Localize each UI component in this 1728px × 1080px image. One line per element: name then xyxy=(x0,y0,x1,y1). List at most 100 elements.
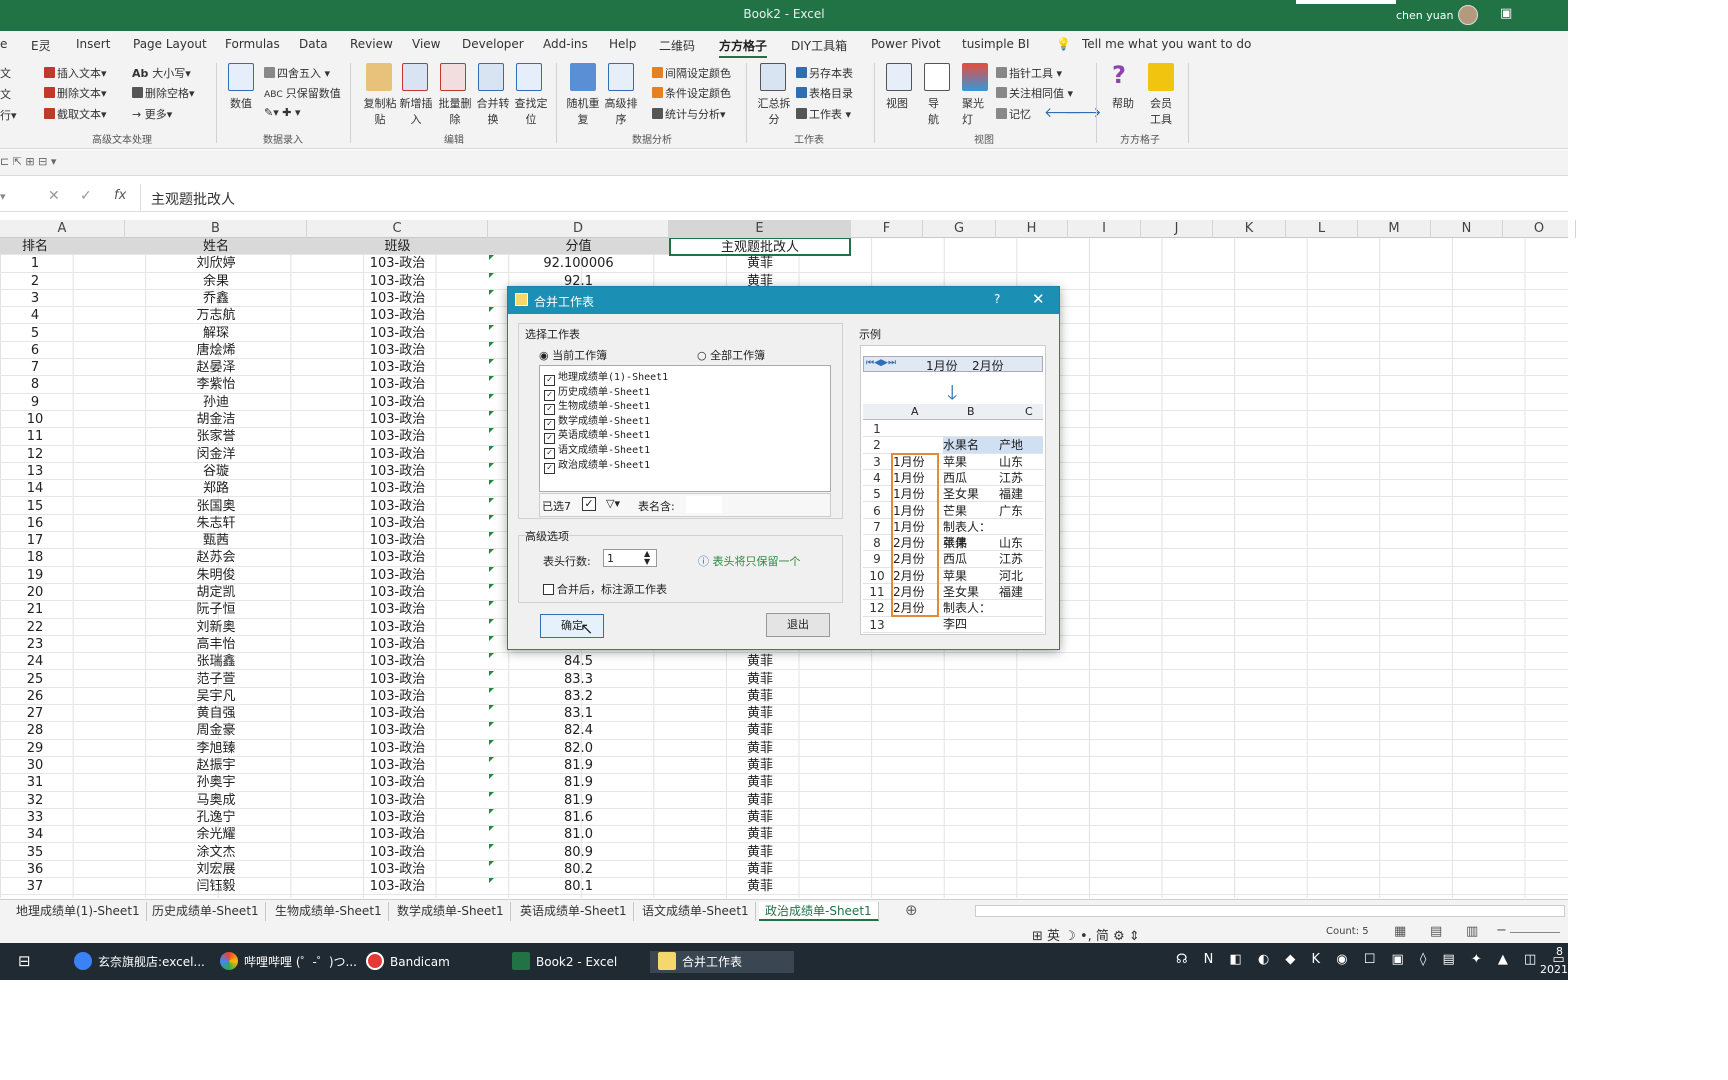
table-cell[interactable]: 103-政治 xyxy=(307,376,488,393)
insert-text-button[interactable]: 插入文本▾ xyxy=(44,65,107,81)
header-cell[interactable]: 姓名 xyxy=(125,238,307,255)
table-cell[interactable]: 阮子恒 xyxy=(125,601,307,618)
table-cell[interactable]: 黄菲 xyxy=(669,792,851,809)
sheet-tab-active[interactable]: 政治成绩单-Sheet1 xyxy=(759,902,879,921)
nav-button[interactable]: 导航 xyxy=(928,95,948,127)
table-cell[interactable]: 黄菲 xyxy=(669,653,851,670)
table-cell[interactable]: 黄菲 xyxy=(669,688,851,705)
table-row[interactable]: 27 黄自强 103-政治 83.1 黄菲 xyxy=(0,705,1568,723)
page-break-icon[interactable]: ▥ xyxy=(1466,924,1478,939)
radio-current-workbook[interactable]: ◉ 当前工作簿 xyxy=(539,347,607,363)
col-o[interactable]: O xyxy=(1503,220,1576,238)
table-cell[interactable]: 3 xyxy=(0,290,70,307)
radio-all-workbooks[interactable]: ○ 全部工作簿 xyxy=(697,347,765,363)
table-cell[interactable]: 27 xyxy=(0,705,70,722)
pointer-tool-button[interactable]: 指针工具 ▾ xyxy=(996,65,1062,81)
table-row[interactable]: 1 刘欣婷 103-政治 92.100006 黄菲 xyxy=(0,255,1568,273)
taskbar-item-bandicam[interactable]: Bandicam xyxy=(366,951,450,973)
tab-qrcode[interactable]: 二维码 xyxy=(659,37,695,54)
tab-view[interactable]: View xyxy=(412,37,440,51)
table-cell[interactable]: 103-政治 xyxy=(307,411,488,428)
table-cell[interactable]: 103-政治 xyxy=(307,792,488,809)
table-cell[interactable]: 19 xyxy=(0,567,70,584)
clock-date[interactable]: 2021 xyxy=(1540,963,1568,976)
table-cell[interactable]: 80.1 xyxy=(488,878,669,895)
tell-me-box[interactable]: Tell me what you want to do xyxy=(1082,37,1251,51)
table-cell[interactable]: 5 xyxy=(0,325,70,342)
table-cell[interactable]: 22 xyxy=(0,619,70,636)
system-tray-icons[interactable]: ☊ N ◧ ◐ ◆ K ◉ ☐ ▣ ◊ ▤ ✦ ▲ ◫ ▭ xyxy=(1176,952,1571,967)
ribbon-display-icon[interactable]: ▣ xyxy=(1500,6,1512,21)
table-cell[interactable]: 37 xyxy=(0,878,70,895)
fx-icon[interactable]: fx xyxy=(114,188,126,203)
table-cell[interactable]: 24 xyxy=(0,653,70,670)
add-sheet-icon[interactable]: ⊕ xyxy=(905,901,918,919)
table-cell[interactable]: 8 xyxy=(0,376,70,393)
table-cell[interactable]: 余果 xyxy=(125,273,307,290)
sheet-tab[interactable]: 生物成绩单-Sheet1 xyxy=(269,902,389,921)
table-cell[interactable]: 16 xyxy=(0,515,70,532)
table-cell[interactable]: 82.4 xyxy=(488,722,669,739)
memory-button[interactable]: 记忆 xyxy=(996,106,1031,122)
col-h[interactable]: H xyxy=(996,220,1068,238)
table-cell[interactable]: 黄菲 xyxy=(669,255,851,272)
tab-tusimple-bi[interactable]: tusimple BI xyxy=(962,37,1030,51)
ime-toolbar[interactable]: ⊞ 英 ☽ •, 简 ⚙ ⇕ xyxy=(1032,925,1140,944)
tab-help[interactable]: Help xyxy=(609,37,636,51)
table-cell[interactable]: 涂文杰 xyxy=(125,844,307,861)
table-cell[interactable]: 103-政治 xyxy=(307,359,488,376)
table-cell[interactable]: 20 xyxy=(0,584,70,601)
member-tools-button[interactable]: 会员工具 xyxy=(1150,95,1174,127)
table-row[interactable]: 34 余光耀 103-政治 81.0 黄菲 xyxy=(0,826,1568,844)
view-button[interactable]: 视图 xyxy=(886,95,908,111)
cut-text-button[interactable]: 截取文本▾ xyxy=(44,106,107,122)
col-m[interactable]: M xyxy=(1358,220,1431,238)
table-cell[interactable]: 孔逸宁 xyxy=(125,809,307,826)
table-row[interactable]: 26 吴宇凡 103-政治 83.2 黄菲 xyxy=(0,687,1568,706)
table-cell[interactable]: 33 xyxy=(0,809,70,826)
table-cell[interactable]: 26 xyxy=(0,688,70,705)
tab-power-pivot[interactable]: Power Pivot xyxy=(871,37,941,51)
table-cell[interactable]: 孙迪 xyxy=(125,394,307,411)
table-cell[interactable]: 赵晏泽 xyxy=(125,359,307,376)
col-e[interactable]: E xyxy=(669,220,851,238)
random-repeat-button[interactable]: 随机重复 xyxy=(564,95,602,127)
tab-addins[interactable]: Add-ins xyxy=(543,37,588,51)
tab-diy-toolbox[interactable]: DIY工具箱 xyxy=(791,37,847,54)
table-cell[interactable]: 朱明俊 xyxy=(125,567,307,584)
table-cell[interactable]: 黄自强 xyxy=(125,705,307,722)
page-layout-icon[interactable]: ▤ xyxy=(1430,924,1442,939)
table-cell[interactable]: 103-政治 xyxy=(307,463,488,480)
close-icon[interactable]: ✕ xyxy=(1032,290,1045,308)
tab-formulas[interactable]: Formulas xyxy=(225,37,280,51)
table-cell[interactable]: 2 xyxy=(0,273,70,290)
tab-e[interactable]: e xyxy=(0,37,7,51)
edit-icon[interactable]: ✎▾ ✚ ▾ xyxy=(264,106,300,119)
table-cell[interactable]: 103-政治 xyxy=(307,826,488,843)
sheet-tab[interactable]: 语文成绩单-Sheet1 xyxy=(636,902,756,921)
delete-space-button[interactable]: 删除空格▾ xyxy=(132,85,195,101)
table-cell[interactable]: 黄菲 xyxy=(669,740,851,757)
table-cell[interactable]: 103-政治 xyxy=(307,671,488,688)
table-row[interactable]: 28 周金豪 103-政治 82.4 黄菲 xyxy=(0,722,1568,740)
zoom-out-icon[interactable]: − xyxy=(1496,923,1507,938)
interval-color-button[interactable]: 间隔设定颜色 xyxy=(652,65,731,81)
col-l[interactable]: L xyxy=(1286,220,1358,238)
table-cell[interactable]: 谷璇 xyxy=(125,463,307,480)
mark-source-checkbox[interactable]: 合并后，标注源工作表 xyxy=(543,581,667,597)
table-cell[interactable]: 胡定凯 xyxy=(125,584,307,601)
help-button[interactable]: 帮助 xyxy=(1112,95,1134,111)
find-locate-button[interactable]: 查找定位 xyxy=(513,95,549,127)
sheet-directory-button[interactable]: 表格目录 xyxy=(796,85,853,101)
avatar[interactable] xyxy=(1458,5,1478,25)
col-f[interactable]: F xyxy=(851,220,923,238)
table-cell[interactable]: 36 xyxy=(0,861,70,878)
table-cell[interactable]: 张家誉 xyxy=(125,428,307,445)
table-cell[interactable]: 黄菲 xyxy=(669,809,851,826)
tab-insert[interactable]: Insert xyxy=(76,37,110,51)
watch-same-button[interactable]: 关注相同值 ▾ xyxy=(996,85,1073,101)
sheet-list[interactable]: ✓ 地理成绩单(1)-Sheet1 ✓ 历史成绩单-Sheet1 ✓ 生物成绩单-Shee… xyxy=(539,365,831,492)
filter-icon[interactable]: ▽▾ xyxy=(606,497,620,510)
header-rows-stepper[interactable]: 1 ▲ ▼ xyxy=(603,549,657,567)
table-cell[interactable]: 高丰怡 xyxy=(125,636,307,653)
